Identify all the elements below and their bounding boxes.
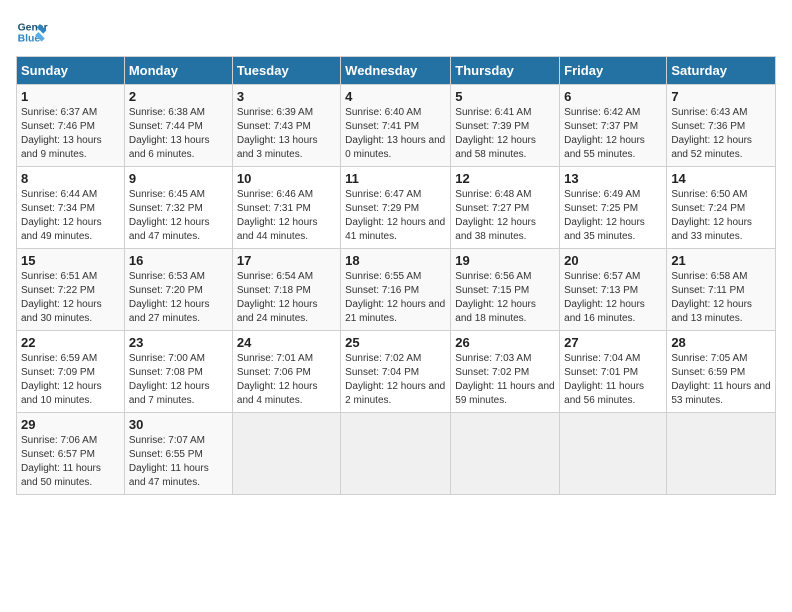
calendar-cell-empty [560,413,667,495]
day-header-sunday: Sunday [17,57,125,85]
calendar-week-4: 22Sunrise: 6:59 AMSunset: 7:09 PMDayligh… [17,331,776,413]
calendar-cell-24: 24Sunrise: 7:01 AMSunset: 7:06 PMDayligh… [232,331,340,413]
calendar-cell-27: 27Sunrise: 7:04 AMSunset: 7:01 PMDayligh… [560,331,667,413]
calendar-cell-15: 15Sunrise: 6:51 AMSunset: 7:22 PMDayligh… [17,249,125,331]
calendar-cell-7: 7Sunrise: 6:43 AMSunset: 7:36 PMDaylight… [667,85,776,167]
calendar-cell-1: 1Sunrise: 6:37 AMSunset: 7:46 PMDaylight… [17,85,125,167]
calendar-cell-20: 20Sunrise: 6:57 AMSunset: 7:13 PMDayligh… [560,249,667,331]
calendar-cell-25: 25Sunrise: 7:02 AMSunset: 7:04 PMDayligh… [341,331,451,413]
calendar-cell-empty [451,413,560,495]
calendar-cell-26: 26Sunrise: 7:03 AMSunset: 7:02 PMDayligh… [451,331,560,413]
day-header-thursday: Thursday [451,57,560,85]
day-header-saturday: Saturday [667,57,776,85]
calendar-cell-2: 2Sunrise: 6:38 AMSunset: 7:44 PMDaylight… [124,85,232,167]
calendar-cell-empty [232,413,340,495]
calendar-cell-3: 3Sunrise: 6:39 AMSunset: 7:43 PMDaylight… [232,85,340,167]
calendar-cell-23: 23Sunrise: 7:00 AMSunset: 7:08 PMDayligh… [124,331,232,413]
calendar-cell-13: 13Sunrise: 6:49 AMSunset: 7:25 PMDayligh… [560,167,667,249]
calendar-cell-22: 22Sunrise: 6:59 AMSunset: 7:09 PMDayligh… [17,331,125,413]
calendar-header-row: SundayMondayTuesdayWednesdayThursdayFrid… [17,57,776,85]
calendar-cell-10: 10Sunrise: 6:46 AMSunset: 7:31 PMDayligh… [232,167,340,249]
calendar-table: SundayMondayTuesdayWednesdayThursdayFrid… [16,56,776,495]
calendar-cell-9: 9Sunrise: 6:45 AMSunset: 7:32 PMDaylight… [124,167,232,249]
calendar-cell-18: 18Sunrise: 6:55 AMSunset: 7:16 PMDayligh… [341,249,451,331]
calendar-cell-11: 11Sunrise: 6:47 AMSunset: 7:29 PMDayligh… [341,167,451,249]
calendar-cell-empty [667,413,776,495]
calendar-cell-28: 28Sunrise: 7:05 AMSunset: 6:59 PMDayligh… [667,331,776,413]
day-header-friday: Friday [560,57,667,85]
day-header-monday: Monday [124,57,232,85]
calendar-cell-12: 12Sunrise: 6:48 AMSunset: 7:27 PMDayligh… [451,167,560,249]
calendar-week-2: 8Sunrise: 6:44 AMSunset: 7:34 PMDaylight… [17,167,776,249]
logo: General Blue [16,16,48,48]
day-header-wednesday: Wednesday [341,57,451,85]
day-header-tuesday: Tuesday [232,57,340,85]
calendar-cell-8: 8Sunrise: 6:44 AMSunset: 7:34 PMDaylight… [17,167,125,249]
calendar-cell-16: 16Sunrise: 6:53 AMSunset: 7:20 PMDayligh… [124,249,232,331]
calendar-cell-14: 14Sunrise: 6:50 AMSunset: 7:24 PMDayligh… [667,167,776,249]
calendar-cell-empty [341,413,451,495]
calendar-week-1: 1Sunrise: 6:37 AMSunset: 7:46 PMDaylight… [17,85,776,167]
logo-icon: General Blue [16,16,48,48]
calendar-week-3: 15Sunrise: 6:51 AMSunset: 7:22 PMDayligh… [17,249,776,331]
calendar-week-5: 29Sunrise: 7:06 AMSunset: 6:57 PMDayligh… [17,413,776,495]
calendar-cell-4: 4Sunrise: 6:40 AMSunset: 7:41 PMDaylight… [341,85,451,167]
calendar-cell-6: 6Sunrise: 6:42 AMSunset: 7:37 PMDaylight… [560,85,667,167]
calendar-cell-5: 5Sunrise: 6:41 AMSunset: 7:39 PMDaylight… [451,85,560,167]
calendar-cell-21: 21Sunrise: 6:58 AMSunset: 7:11 PMDayligh… [667,249,776,331]
calendar-cell-17: 17Sunrise: 6:54 AMSunset: 7:18 PMDayligh… [232,249,340,331]
calendar-cell-29: 29Sunrise: 7:06 AMSunset: 6:57 PMDayligh… [17,413,125,495]
calendar-cell-30: 30Sunrise: 7:07 AMSunset: 6:55 PMDayligh… [124,413,232,495]
header: General Blue [16,16,776,48]
calendar-cell-19: 19Sunrise: 6:56 AMSunset: 7:15 PMDayligh… [451,249,560,331]
